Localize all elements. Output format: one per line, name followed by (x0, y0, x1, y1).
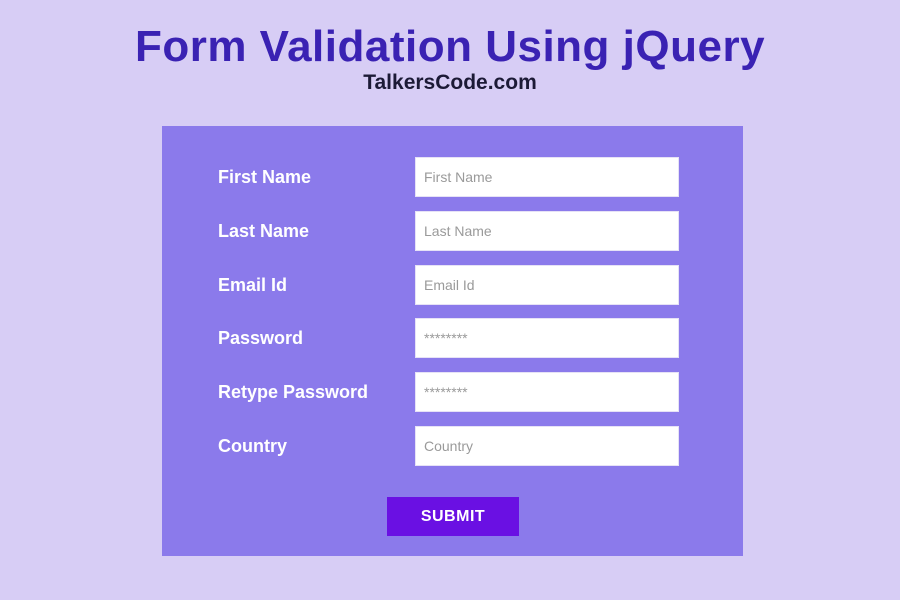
retype-password-label: Retype Password (218, 382, 369, 402)
first-name-label: First Name (218, 167, 312, 187)
email-row: Email Id (162, 265, 743, 305)
country-input[interactable] (415, 426, 679, 466)
password-row: Password (162, 318, 743, 358)
last-name-label: Last Name (218, 221, 310, 241)
country-label: Country (218, 436, 287, 456)
last-name-row: Last Name (162, 211, 743, 251)
submit-button[interactable]: SUBMIT (387, 497, 519, 536)
email-input[interactable] (415, 265, 679, 305)
password-input[interactable] (415, 318, 679, 358)
page-title: Form Validation Using jQuery (134, 22, 766, 71)
country-row: Country (162, 426, 743, 466)
first-name-input[interactable] (415, 157, 679, 197)
password-label: Password (218, 328, 304, 348)
site-subtitle: TalkersCode.com (363, 71, 537, 94)
email-label: Email Id (218, 275, 288, 295)
retype-password-input[interactable] (415, 372, 679, 412)
form-panel: First Name Last Name Email Id Password R… (162, 126, 743, 556)
last-name-input[interactable] (415, 211, 679, 251)
retype-password-row: Retype Password (162, 372, 743, 412)
first-name-row: First Name (162, 157, 743, 197)
